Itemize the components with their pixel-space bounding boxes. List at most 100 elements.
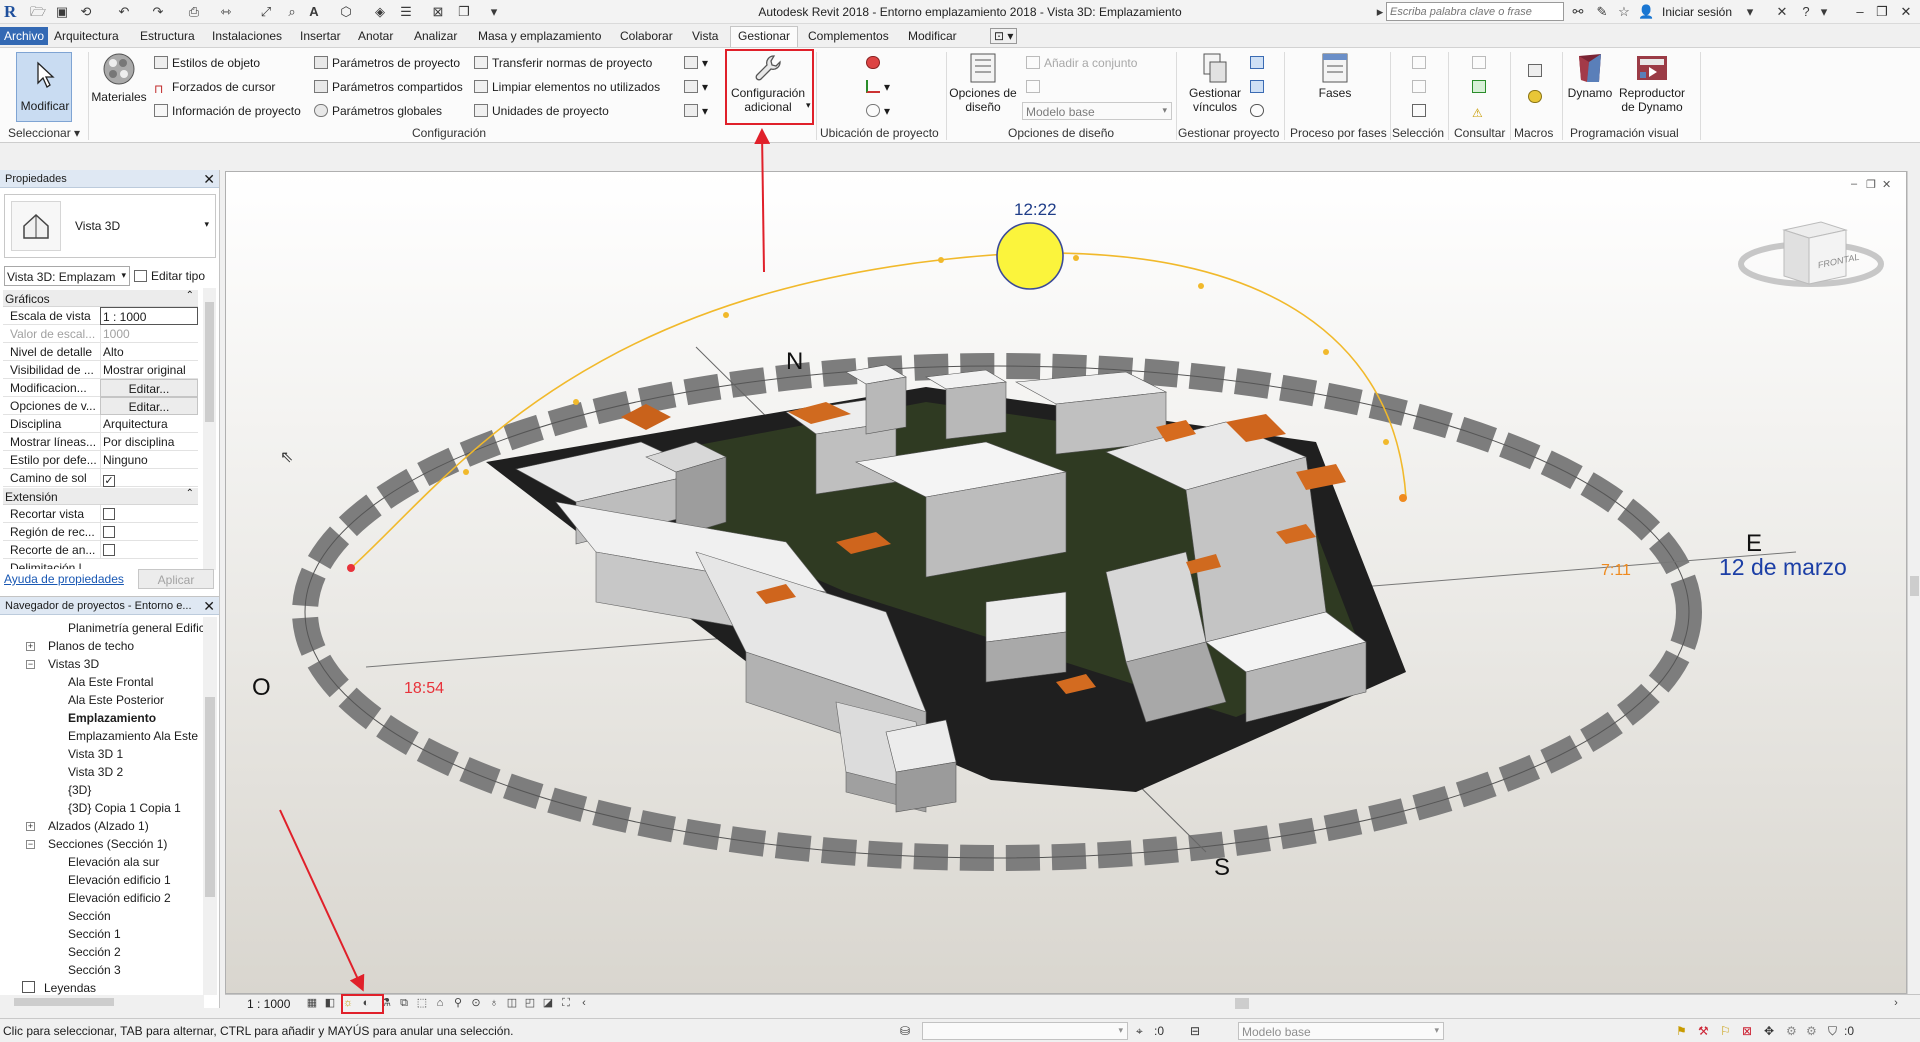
signin-dropdown-icon[interactable]: ▾ [1742, 4, 1758, 20]
thin-lines-icon[interactable]: ☰ [398, 4, 414, 20]
select-pinned-icon[interactable]: ⚐ [1720, 1024, 1731, 1038]
visual-style-icon[interactable]: ◧ [323, 997, 337, 1010]
tree-item[interactable]: Vista 3D 1 [68, 747, 123, 761]
detail-level-icon[interactable]: ▦ [305, 997, 319, 1010]
tab-analyze[interactable]: Analizar [414, 29, 457, 43]
select-panel-label[interactable]: Seleccionar ▾ [8, 126, 80, 140]
decal-types-button[interactable] [1250, 80, 1268, 94]
tree-item[interactable]: Planimetría general Edific [68, 621, 205, 635]
view-restore-icon[interactable]: ❐ [1866, 178, 1876, 191]
reveal-constraints-icon[interactable]: ⛶ [559, 997, 573, 1010]
annotation-crop-checkbox[interactable] [103, 544, 115, 556]
dynamo-button[interactable]: Dynamo [1564, 52, 1616, 100]
ids-of-selection-button[interactable] [1472, 56, 1490, 70]
panel-schedule-templates-button[interactable]: ▾ [684, 104, 708, 118]
warnings-button[interactable]: ⚠ [1472, 104, 1490, 120]
tab-addins[interactable]: Complementos [808, 29, 889, 43]
tag-icon[interactable]: ⌕ [284, 4, 300, 20]
tree-item[interactable]: {3D} [68, 783, 91, 797]
section-extents[interactable]: Extensión ⌃ [3, 488, 198, 505]
ribbon-minimize-toggle-icon[interactable]: ⊡ ▾ [990, 28, 1018, 44]
view-scale-button[interactable]: 1 : 1000 [247, 997, 290, 1011]
structural-settings-button[interactable]: ▾ [684, 56, 708, 70]
show-crop-region-icon[interactable]: ⬚ [415, 997, 429, 1010]
aligned-dimension-icon[interactable]: ⤢ [258, 4, 274, 20]
load-selection-button[interactable] [1412, 80, 1430, 94]
tab-collaborate[interactable]: Colaborar [620, 29, 673, 43]
close-icon[interactable]: ✕ [203, 171, 215, 188]
view-close-icon[interactable]: ✕ [1882, 178, 1891, 191]
properties-help-link[interactable]: Ayuda de propiedades [4, 572, 124, 586]
tab-insert[interactable]: Insertar [300, 29, 341, 43]
manage-images-button[interactable] [1250, 56, 1268, 70]
tree-item[interactable]: Vista 3D 2 [68, 765, 123, 779]
sync-icon[interactable]: ⟲ [78, 4, 94, 20]
restore-icon[interactable]: ❐ [1872, 3, 1892, 21]
section-graphics[interactable]: Gráficos ⌃ [3, 290, 198, 307]
tree-item[interactable]: Sección 3 [68, 963, 121, 977]
dynamo-player-button[interactable]: Reproductor de Dynamo [1614, 52, 1690, 114]
scroll-thumb[interactable] [14, 998, 114, 1006]
viewport-hscroll-thumb[interactable] [1235, 998, 1249, 1009]
3d-view-icon[interactable]: ⬡ [338, 4, 354, 20]
viewcube-icon[interactable] [1738, 221, 1884, 287]
tab-view[interactable]: Vista [692, 29, 718, 43]
undo-icon[interactable]: ↶ [116, 4, 132, 20]
show-analytical-model-icon[interactable]: ◰ [523, 997, 537, 1010]
design-options-status-icon[interactable]: ⊟ [1190, 1024, 1200, 1038]
save-icon[interactable]: ▣ [54, 4, 70, 20]
help-icon[interactable]: ? [1798, 4, 1814, 20]
graphic-display-edit-button[interactable]: Editar... [100, 397, 198, 415]
parts-visibility-value[interactable]: Mostrar original [100, 361, 198, 379]
settings-gear-icon[interactable]: ⚙ [1806, 1024, 1817, 1038]
object-styles-button[interactable]: Estilos de objeto [154, 56, 260, 70]
print-icon[interactable]: ⎙ [186, 4, 202, 20]
tree-item[interactable]: Elevación edificio 1 [68, 873, 171, 887]
temporary-view-properties-icon[interactable]: ♁ [487, 997, 501, 1010]
pick-to-edit-button[interactable] [1026, 80, 1044, 94]
design-option-combo[interactable]: Modelo base ▾ [1022, 102, 1172, 120]
tree-item-active[interactable]: Emplazamiento [68, 711, 156, 725]
temporary-hide-icon[interactable]: ⚲ [451, 997, 465, 1010]
minimize-icon[interactable]: – [1850, 3, 1870, 21]
close-hidden-icon[interactable]: ⊠ [430, 4, 446, 20]
tab-file[interactable]: Archivo [0, 27, 49, 45]
design-option-status-combo[interactable]: Modelo base ▾ [1238, 1022, 1444, 1040]
transfer-standards-button[interactable]: Transferir normas de proyecto [474, 56, 652, 70]
scroll-thumb[interactable] [205, 697, 215, 897]
help-dropdown-icon[interactable]: ▾ [1816, 4, 1832, 20]
highlight-displacement-icon[interactable]: ◪ [541, 997, 555, 1010]
subscription-icon[interactable]: ✎ [1594, 4, 1610, 20]
switch-windows-icon[interactable]: ❐ [456, 4, 472, 20]
coordinates-button[interactable]: ▾ [866, 80, 890, 94]
manage-links-button[interactable]: Gestionar vínculos [1178, 52, 1252, 114]
project-units-button[interactable]: Unidades de proyecto [474, 104, 609, 118]
materials-button[interactable]: Materiales [90, 52, 148, 104]
scroll-thumb[interactable] [205, 302, 214, 422]
tree-item[interactable]: Planos de techo [48, 639, 134, 653]
macro-manager-button[interactable] [1528, 64, 1546, 78]
scroll-left-icon[interactable]: ‹ [577, 997, 591, 1010]
3d-viewport[interactable]: FRONTAL 12:22 7:11 18:54 12 de marzo N S… [225, 171, 1907, 994]
sun-path-checkbox[interactable]: ✓ [103, 475, 115, 487]
crop-view-checkbox[interactable] [103, 508, 115, 520]
tab-systems[interactable]: Instalaciones [212, 29, 282, 43]
measure-icon[interactable]: ⇿ [218, 4, 234, 20]
project-info-button[interactable]: Información de proyecto [154, 104, 301, 118]
add-to-set-button[interactable]: Añadir a conjunto [1026, 56, 1137, 70]
tab-manage[interactable]: Gestionar [730, 26, 799, 47]
background-process-icon[interactable]: ⚙ [1786, 1024, 1797, 1038]
phases-button[interactable]: Fases [1300, 52, 1370, 100]
expand-icon[interactable]: + [26, 642, 35, 651]
revit-logo-icon[interactable]: R [4, 2, 20, 22]
edit-type-button[interactable]: Editar tipo [134, 269, 205, 283]
tree-item[interactable]: {3D} Copia 1 Copia 1 [68, 801, 181, 815]
customize-quick-access-icon[interactable]: ▾ [486, 4, 502, 20]
sun-icon[interactable] [996, 222, 1064, 290]
tree-item[interactable]: Secciones (Sección 1) [48, 837, 167, 851]
view-scale-input[interactable]: 1 : 1000 [100, 307, 198, 325]
properties-scrollbar[interactable] [203, 288, 216, 570]
signin-link[interactable]: Iniciar sesión [1662, 5, 1732, 19]
workset-icon[interactable]: ⛁ [900, 1024, 910, 1038]
select-by-face-icon[interactable]: ⊠ [1742, 1024, 1752, 1038]
